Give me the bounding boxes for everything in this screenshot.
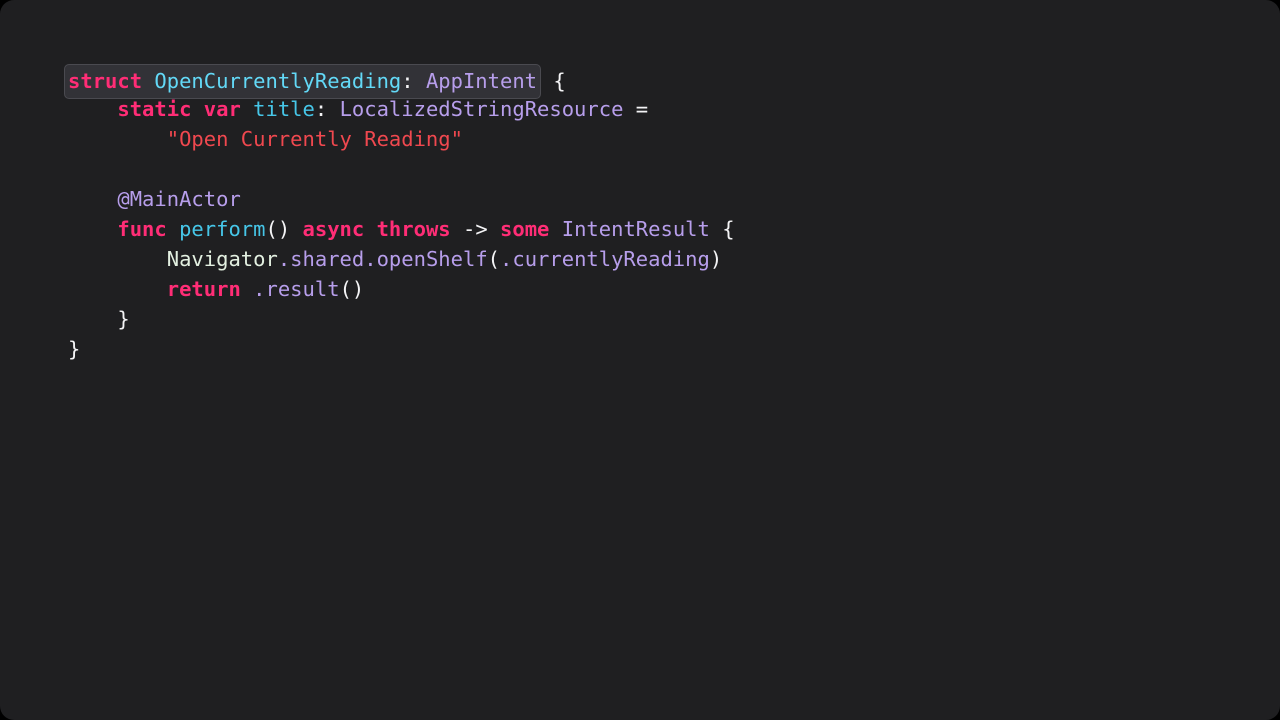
- code-token-ident: Navigator: [166, 247, 278, 271]
- code-slide: struct OpenCurrentlyReading: AppIntent {…: [0, 0, 1280, 720]
- line-return-result: return .result(): [68, 274, 735, 304]
- code-token-kw: throws: [376, 217, 451, 241]
- line-title-string: "Open Currently Reading": [68, 124, 735, 154]
- code-token-prop: title: [253, 97, 315, 121]
- code-token-plain: (): [265, 217, 303, 241]
- code-token-plain: {: [709, 217, 735, 241]
- code-token-kw: var: [203, 97, 241, 121]
- line-func-perform: func perform() async throws -> some Inte…: [68, 214, 735, 244]
- code-token-plain: :: [314, 97, 340, 121]
- line-main-actor-attribute: @MainActor: [68, 184, 735, 214]
- code-token-type: LocalizedStringResource: [339, 97, 624, 121]
- code-token-plain: }: [68, 337, 81, 361]
- line-close-struct-brace: }: [68, 334, 735, 364]
- line-close-func-brace: }: [68, 304, 735, 334]
- code-block: struct OpenCurrentlyReading: AppIntent {…: [64, 64, 735, 364]
- line-navigator-open-shelf: Navigator.shared.openShelf(.currentlyRea…: [68, 244, 735, 274]
- code-token-type: AppIntent: [425, 69, 538, 93]
- code-token-kw: struct: [68, 69, 143, 93]
- code-token-fn: perform: [179, 217, 266, 241]
- line-blank-1: [68, 154, 735, 184]
- code-token-str: "Open Currently Reading": [166, 127, 463, 151]
- code-token-plain: :: [401, 69, 426, 93]
- code-token-member: .currentlyReading: [500, 247, 710, 271]
- code-token-plain: (): [339, 277, 365, 301]
- line-static-var-title: static var title: LocalizedStringResourc…: [68, 94, 735, 124]
- code-token-kw: return: [166, 277, 241, 301]
- code-token-plain: {: [541, 69, 566, 93]
- code-token-typecy: OpenCurrentlyReading: [154, 69, 402, 93]
- code-token-kw: some: [500, 217, 550, 241]
- code-token-plain: ): [709, 247, 723, 271]
- code-token-plain: (: [487, 247, 501, 271]
- code-token-kw: func: [117, 217, 167, 241]
- code-token-member: .result: [253, 277, 340, 301]
- code-token-plain: =: [623, 97, 649, 121]
- code-token-member: .shared: [277, 247, 365, 271]
- code-token-plain: }: [68, 307, 130, 331]
- code-token-member: .openShelf: [364, 247, 488, 271]
- code-token-kw: static: [117, 97, 192, 121]
- line-struct-declaration: struct OpenCurrentlyReading: AppIntent {: [64, 64, 735, 99]
- code-token-type: IntentResult: [561, 217, 710, 241]
- code-token-plain: ->: [450, 217, 501, 241]
- code-token-attr: @MainActor: [117, 187, 241, 211]
- code-token-kw: async: [302, 217, 365, 241]
